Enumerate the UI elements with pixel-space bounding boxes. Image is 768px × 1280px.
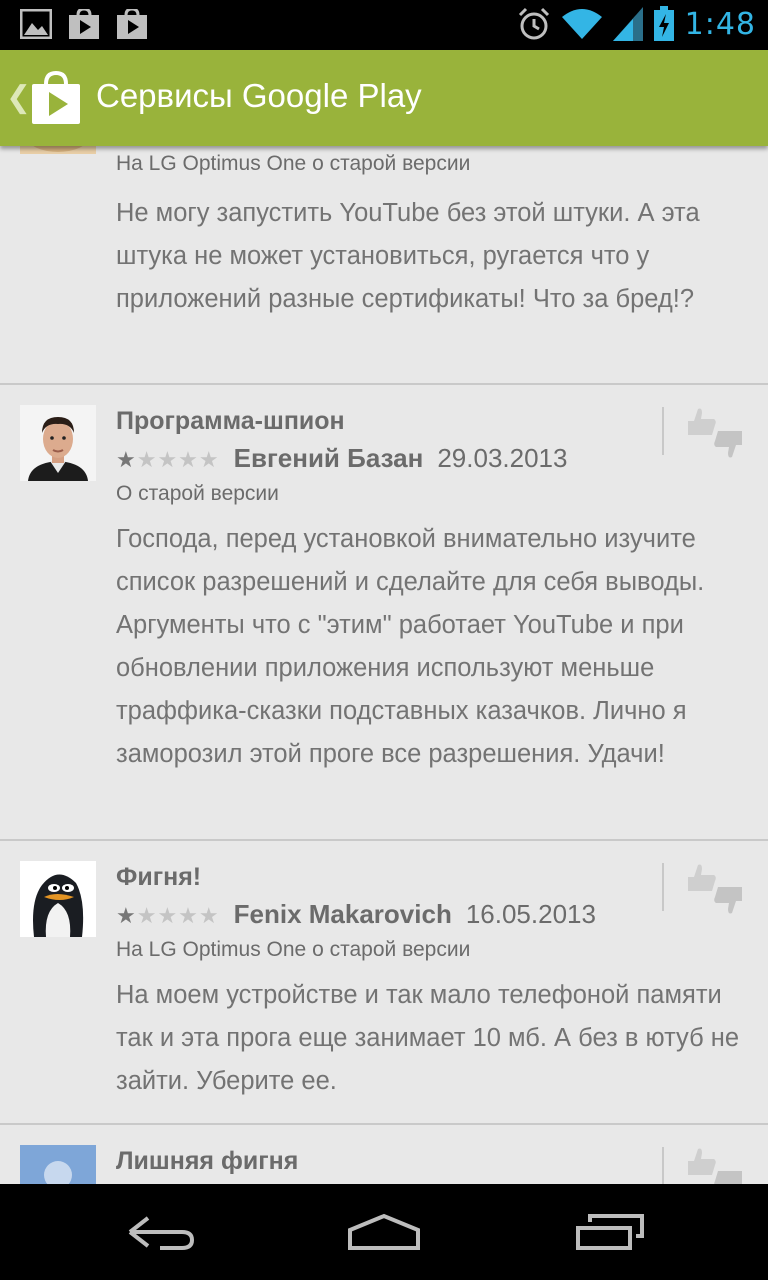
status-bar: 1:48 [0,0,768,50]
review-title: Лишняя фигня [116,1147,299,1175]
review-item: Лишняя фигня [0,1125,768,1184]
review-date: 16.05.2013 [465,899,596,929]
avatar [20,405,96,481]
rating-stars: ★★★★★ [116,904,220,929]
review-item: Программа-шпион ★★★★★ Евгений Базан 29.0… [0,385,768,841]
review-title: Программа-шпион [116,407,345,435]
divider [662,1147,664,1184]
action-bar: ❮ Сервисы Google Play [0,50,768,146]
helpful-vote-icon[interactable] [684,1145,746,1184]
avatar [20,1145,96,1184]
helpful-vote-icon[interactable] [684,405,746,461]
review-version-note: На LG Optimus One о старой версии [116,152,471,175]
review-item: Фигня! ★★★★★ Fenix Makarovich 16.05.2013… [0,841,768,1125]
review-body: Не могу запустить YouTube без этой штуки… [116,199,700,313]
avatar [20,861,96,937]
navigation-bar [0,1184,768,1280]
signal-icon [612,7,643,41]
review-author[interactable]: Евгений Базан [234,443,424,474]
wifi-icon [561,9,602,39]
divider [662,407,664,455]
review-item: На LG Optimus One о старой версии Не мог… [0,146,768,385]
review-body: Господа, перед установкой внимательно из… [116,525,705,768]
review-body: На моем устройстве и так мало телефоной … [116,981,740,1095]
review-author[interactable]: Fenix Makarovich [234,899,452,930]
review-meta: ★★★★★ Евгений Базан 29.03.2013 [116,443,567,474]
review-version-note: О старой версии [116,482,279,505]
back-icon[interactable] [110,1198,210,1266]
alarm-icon [518,7,549,40]
home-icon[interactable] [334,1198,434,1266]
gallery-notification-icon [20,9,52,39]
battery-charging-icon [653,6,674,41]
review-title: Фигня! [116,863,202,891]
recent-apps-icon[interactable] [560,1198,660,1266]
page-title[interactable]: Сервисы Google Play [96,77,422,115]
clock: 1:48 [684,6,756,42]
play-store-notification-icon-2 [117,9,147,39]
up-caret-icon[interactable]: ❮ [6,80,31,115]
helpful-vote-icon[interactable] [684,861,746,917]
play-store-icon[interactable] [30,70,82,126]
review-date: 29.03.2013 [437,443,568,473]
review-version-note: На LG Optimus One о старой версии [116,938,471,961]
divider [662,863,664,911]
avatar [20,146,96,154]
rating-stars: ★★★★★ [116,448,220,473]
play-store-notification-icon [69,9,99,39]
review-meta: ★★★★★ Fenix Makarovich 16.05.2013 [116,899,596,930]
reviews-list[interactable]: На LG Optimus One о старой версии Не мог… [0,146,768,1184]
